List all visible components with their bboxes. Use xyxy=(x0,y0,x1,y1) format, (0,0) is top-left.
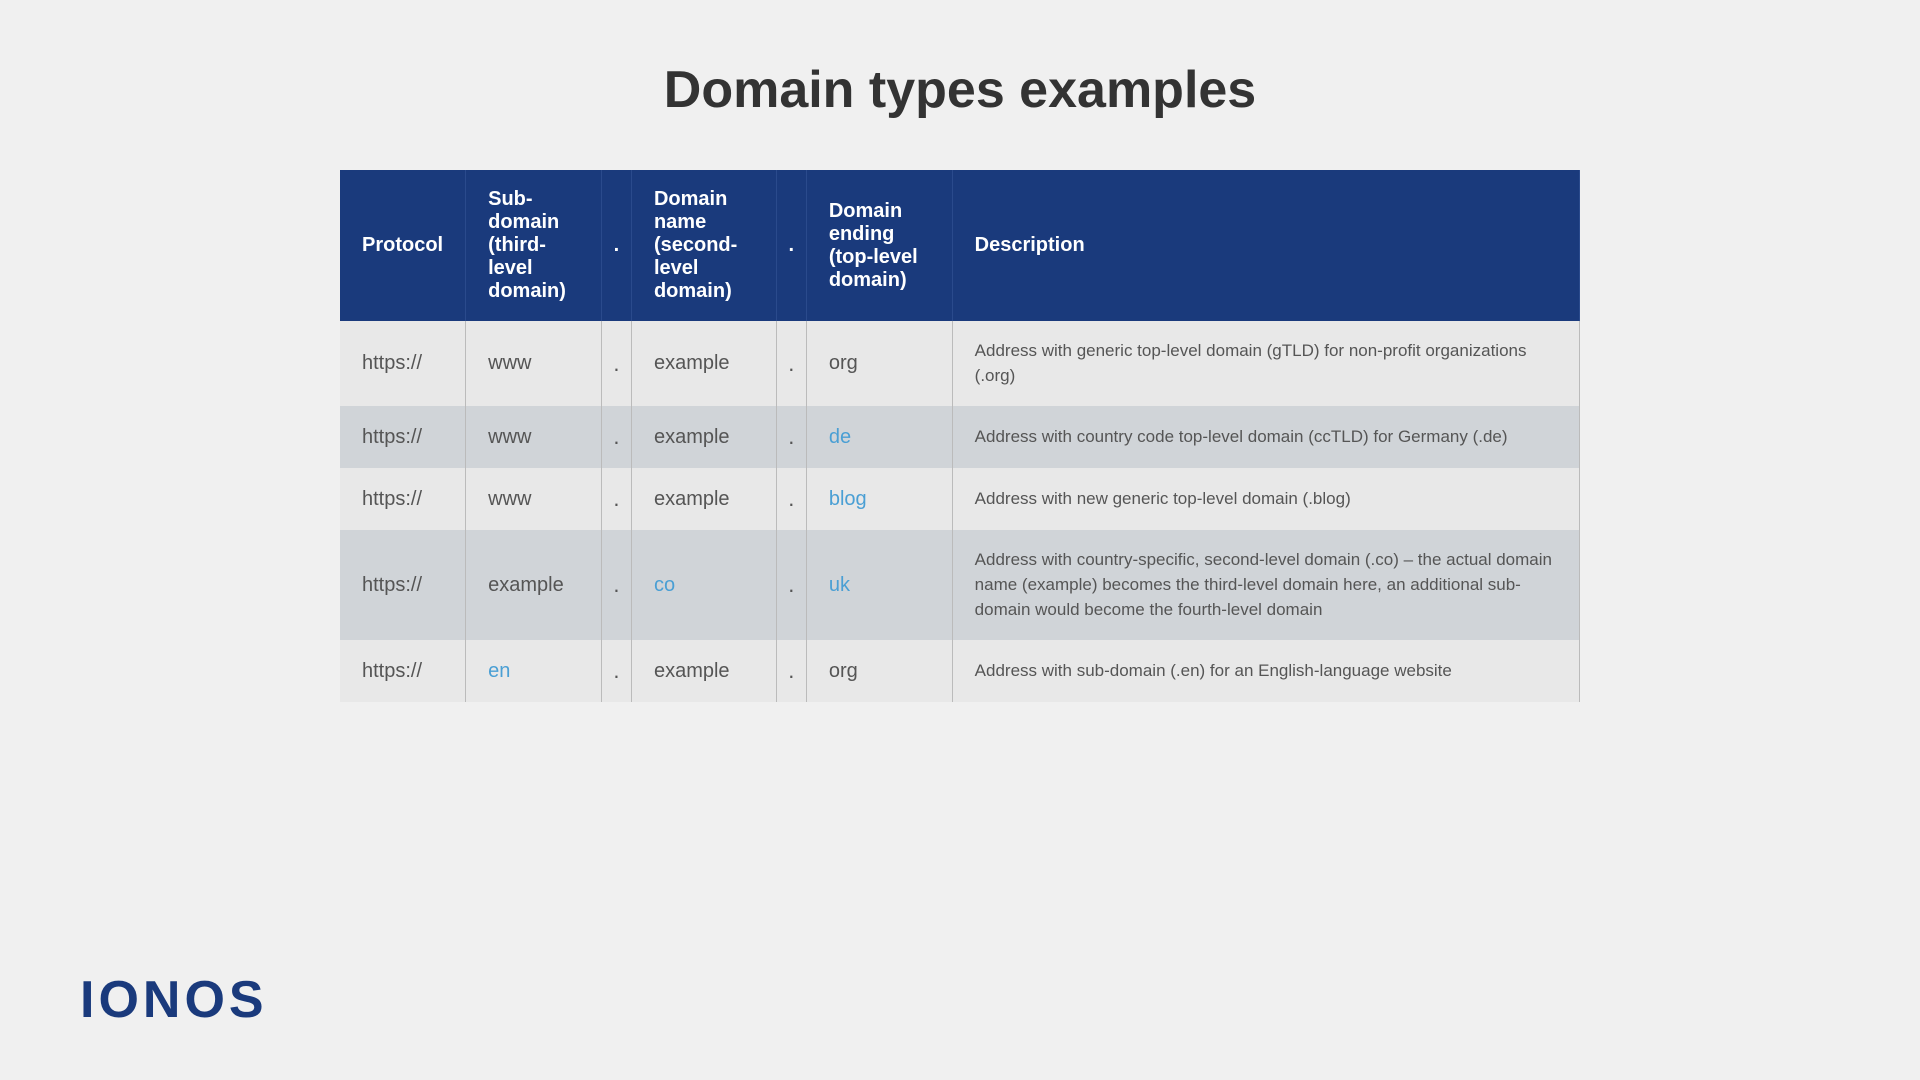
header-domainending: Domain ending(top-leveldomain) xyxy=(806,170,952,321)
table-body: https://www.example.orgAddress with gene… xyxy=(340,321,1580,702)
table-cell: . xyxy=(601,468,631,530)
table-cell: www xyxy=(466,321,602,406)
table-cell: co xyxy=(631,530,776,640)
table-cell: . xyxy=(776,468,806,530)
table-cell: . xyxy=(601,640,631,702)
table-cell: https:// xyxy=(340,530,466,640)
table-container: Protocol Sub-domain(third-leveldomain) .… xyxy=(340,170,1580,702)
table-cell: example xyxy=(631,321,776,406)
table-cell: www xyxy=(466,468,602,530)
table-cell: uk xyxy=(806,530,952,640)
header-domainname: Domain name(second-leveldomain) xyxy=(631,170,776,321)
page-title: Domain types examples xyxy=(664,60,1256,120)
table-cell: blog xyxy=(806,468,952,530)
table-cell: example xyxy=(466,530,602,640)
table-row: https://www.example.orgAddress with gene… xyxy=(340,321,1580,406)
domain-types-table: Protocol Sub-domain(third-leveldomain) .… xyxy=(340,170,1580,702)
table-cell: . xyxy=(776,530,806,640)
table-cell: https:// xyxy=(340,321,466,406)
table-cell: www xyxy=(466,406,602,468)
header-description: Description xyxy=(952,170,1579,321)
table-cell: de xyxy=(806,406,952,468)
table-cell: https:// xyxy=(340,468,466,530)
table-cell: en xyxy=(466,640,602,702)
table-cell: Address with country-specific, second-le… xyxy=(952,530,1579,640)
header-subdomain: Sub-domain(third-leveldomain) xyxy=(466,170,602,321)
table-cell: org xyxy=(806,640,952,702)
table-cell: example xyxy=(631,640,776,702)
table-cell: . xyxy=(776,406,806,468)
logo-container: IONOS xyxy=(80,970,268,1030)
table-cell: https:// xyxy=(340,640,466,702)
header-protocol: Protocol xyxy=(340,170,466,321)
table-row: https://example.co.ukAddress with countr… xyxy=(340,530,1580,640)
table-cell: org xyxy=(806,321,952,406)
table-cell: Address with country code top-level doma… xyxy=(952,406,1579,468)
header-dot2: . xyxy=(776,170,806,321)
table-cell: Address with generic top-level domain (g… xyxy=(952,321,1579,406)
table-cell: . xyxy=(601,321,631,406)
table-cell: example xyxy=(631,406,776,468)
table-cell: . xyxy=(601,530,631,640)
table-row: https://www.example.blogAddress with new… xyxy=(340,468,1580,530)
table-cell: . xyxy=(776,640,806,702)
table-cell: example xyxy=(631,468,776,530)
table-cell: . xyxy=(601,406,631,468)
table-row: https://en.example.orgAddress with sub-d… xyxy=(340,640,1580,702)
table-cell: Address with new generic top-level domai… xyxy=(952,468,1579,530)
ionos-logo: IONOS xyxy=(80,970,268,1030)
table-cell: https:// xyxy=(340,406,466,468)
table-cell: Address with sub-domain (.en) for an Eng… xyxy=(952,640,1579,702)
table-header-row: Protocol Sub-domain(third-leveldomain) .… xyxy=(340,170,1580,321)
header-dot1: . xyxy=(601,170,631,321)
table-cell: . xyxy=(776,321,806,406)
table-row: https://www.example.deAddress with count… xyxy=(340,406,1580,468)
